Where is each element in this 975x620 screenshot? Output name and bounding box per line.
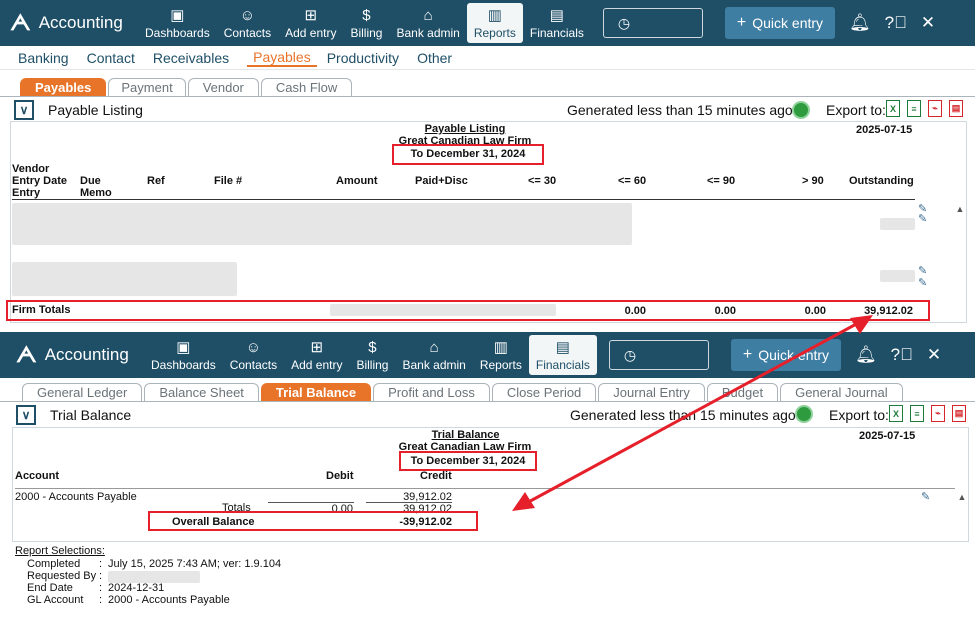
comparison-arrow <box>512 315 873 511</box>
